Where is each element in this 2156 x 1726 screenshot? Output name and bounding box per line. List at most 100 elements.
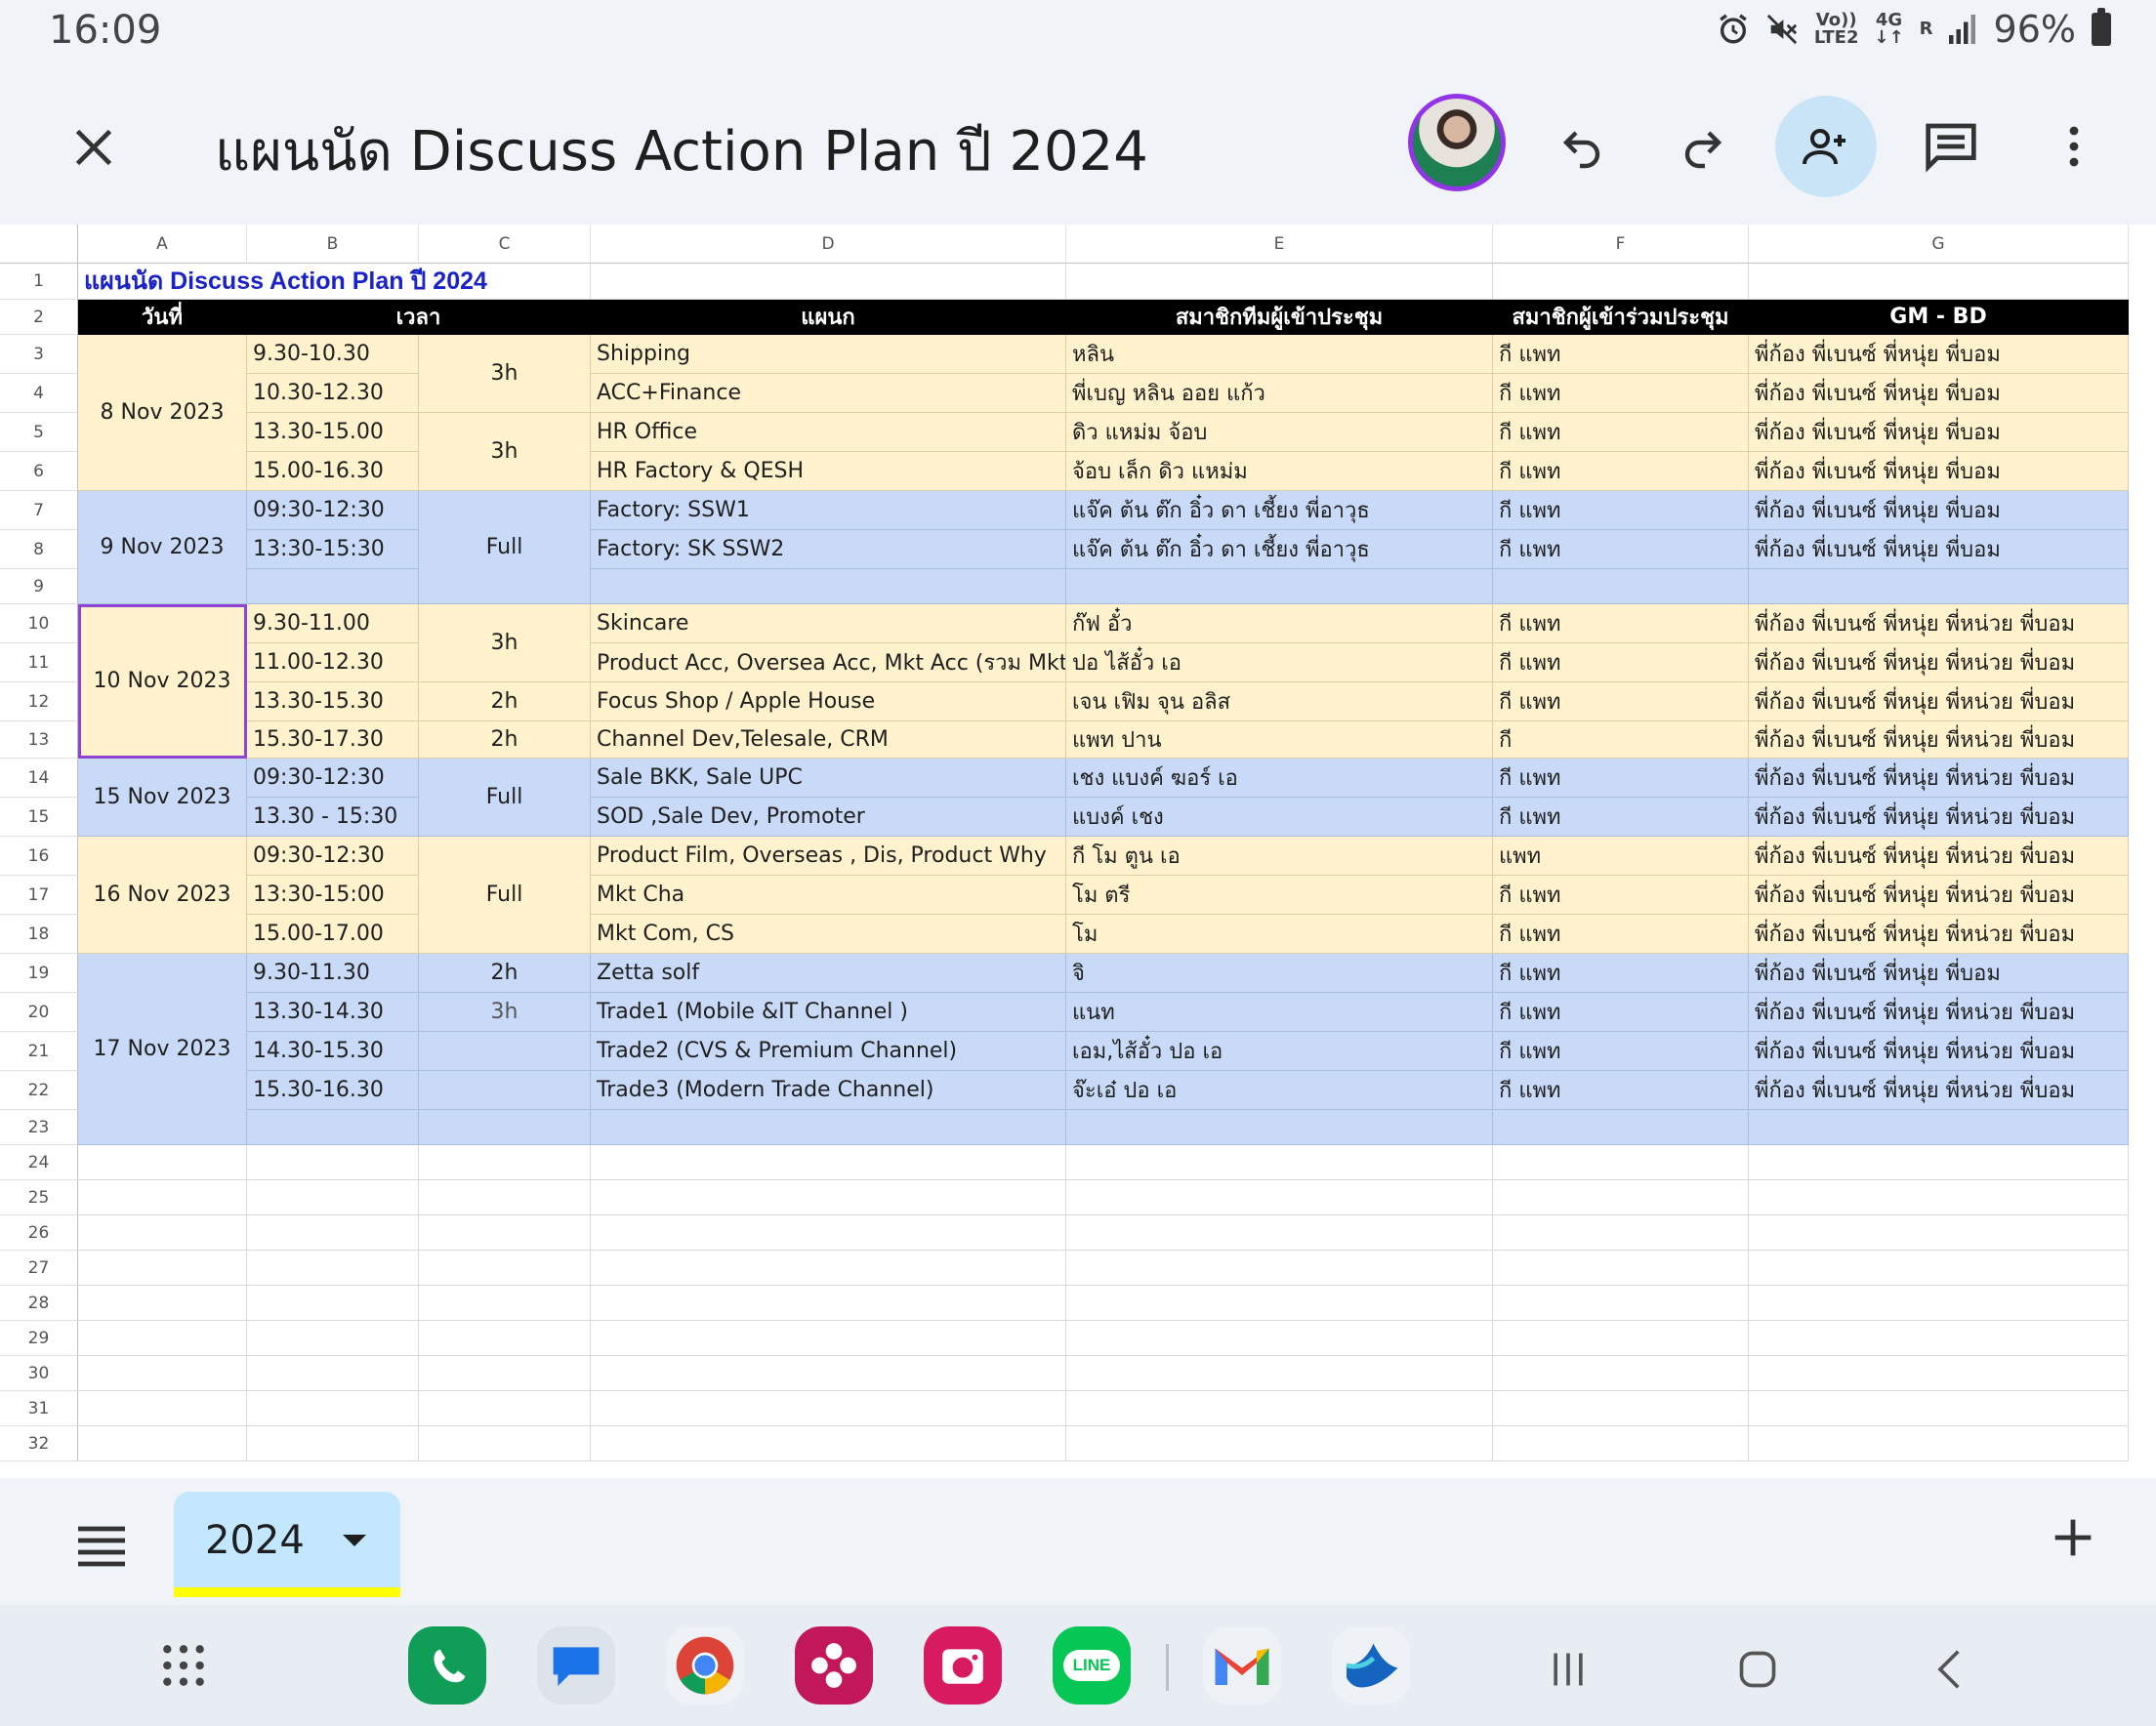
- department-cell[interactable]: Product Acc, Oversea Acc, Mkt Acc (รวม M…: [591, 643, 1066, 682]
- cell[interactable]: [1749, 1286, 2129, 1321]
- duration-cell[interactable]: Full: [419, 837, 591, 954]
- time-cell[interactable]: 15.00-16.30: [247, 452, 419, 491]
- duration-cell[interactable]: Full: [419, 759, 591, 837]
- cell[interactable]: [247, 1426, 419, 1461]
- joining-cell[interactable]: กี แพท: [1493, 604, 1749, 643]
- cell[interactable]: [1749, 264, 2129, 300]
- cell[interactable]: [78, 1251, 247, 1286]
- cell[interactable]: [591, 1180, 1066, 1215]
- document-title[interactable]: แผนนัด Discuss Action Plan ปี 2024: [215, 107, 1148, 194]
- cell[interactable]: [78, 1215, 247, 1251]
- joining-cell[interactable]: กี แพท: [1493, 374, 1749, 413]
- joining-cell[interactable]: กี แพท: [1493, 954, 1749, 993]
- department-cell[interactable]: Trade3 (Modern Trade Channel): [591, 1071, 1066, 1110]
- gm-cell[interactable]: พี่ก้อง พี่เบนซ์ พี่หนุ่ย พี่บอม: [1749, 491, 2129, 530]
- recent-apps-button[interactable]: [1539, 1640, 1597, 1699]
- department-cell[interactable]: [591, 569, 1066, 604]
- telegram-like-app-icon[interactable]: [1332, 1626, 1410, 1705]
- cell[interactable]: [78, 1321, 247, 1356]
- joining-cell[interactable]: กี แพท: [1493, 1071, 1749, 1110]
- row-header[interactable]: 3: [0, 335, 78, 374]
- gm-cell[interactable]: พี่ก้อง พี่เบนซ์ พี่หนุ่ย พี่หน่วย พี่บอ…: [1749, 1032, 2129, 1071]
- cell[interactable]: [1493, 1286, 1749, 1321]
- cell[interactable]: [1066, 1321, 1493, 1356]
- cell[interactable]: [247, 1180, 419, 1215]
- cell[interactable]: [1066, 1251, 1493, 1286]
- duration-cell[interactable]: [419, 1110, 591, 1145]
- duration-cell[interactable]: 3h: [419, 993, 591, 1032]
- comments-button[interactable]: [1900, 96, 2002, 197]
- team-cell[interactable]: กี โม ตูน เอ: [1066, 837, 1493, 876]
- cell[interactable]: [247, 1286, 419, 1321]
- cell[interactable]: [1066, 1426, 1493, 1461]
- department-cell[interactable]: Channel Dev,Telesale, CRM: [591, 721, 1066, 759]
- row-header[interactable]: 12: [0, 682, 78, 721]
- cell[interactable]: [419, 1321, 591, 1356]
- time-cell[interactable]: 9.30-10.30: [247, 335, 419, 374]
- apps-grid-button[interactable]: [145, 1626, 223, 1705]
- department-cell[interactable]: Mkt Com, CS: [591, 915, 1066, 954]
- more-options-button[interactable]: [2023, 96, 2125, 197]
- cell[interactable]: [247, 1145, 419, 1180]
- cell[interactable]: [419, 1180, 591, 1215]
- column-header-c[interactable]: C: [419, 225, 591, 264]
- time-cell[interactable]: [247, 1110, 419, 1145]
- cell[interactable]: [419, 1215, 591, 1251]
- cell[interactable]: [1066, 1391, 1493, 1426]
- cell[interactable]: [591, 1251, 1066, 1286]
- time-cell[interactable]: 15.30-17.30: [247, 721, 419, 759]
- cell[interactable]: [1066, 1215, 1493, 1251]
- cell[interactable]: [419, 1145, 591, 1180]
- cell[interactable]: [1066, 1145, 1493, 1180]
- time-cell[interactable]: 9.30-11.30: [247, 954, 419, 993]
- gm-cell[interactable]: พี่ก้อง พี่เบนซ์ พี่หนุ่ย พี่หน่วย พี่บอ…: [1749, 798, 2129, 837]
- column-header-a[interactable]: A: [78, 225, 247, 264]
- team-cell[interactable]: จ้อบ เล็ก ดิว แหม่ม: [1066, 452, 1493, 491]
- team-cell[interactable]: เชง แบงค์ ฆอร์ เอ: [1066, 759, 1493, 798]
- team-cell[interactable]: โม ตรี: [1066, 876, 1493, 915]
- gm-cell[interactable]: พี่ก้อง พี่เบนซ์ พี่หนุ่ย พี่หน่วย พี่บอ…: [1749, 721, 2129, 759]
- time-cell[interactable]: 9.30-11.00: [247, 604, 419, 643]
- team-cell[interactable]: แบงค์ เชง: [1066, 798, 1493, 837]
- row-header[interactable]: 4: [0, 374, 78, 413]
- column-header-d[interactable]: D: [591, 225, 1066, 264]
- joining-cell[interactable]: กี: [1493, 721, 1749, 759]
- department-cell[interactable]: Sale BKK, Sale UPC: [591, 759, 1066, 798]
- cell[interactable]: [419, 1251, 591, 1286]
- cell[interactable]: [591, 1321, 1066, 1356]
- chrome-app-icon[interactable]: [666, 1626, 744, 1705]
- cell[interactable]: [591, 264, 1066, 300]
- redo-button[interactable]: [1652, 96, 1754, 197]
- time-cell[interactable]: 14.30-15.30: [247, 1032, 419, 1071]
- cell[interactable]: [78, 1180, 247, 1215]
- cell[interactable]: [419, 1426, 591, 1461]
- team-cell[interactable]: แพท ปาน: [1066, 721, 1493, 759]
- time-cell[interactable]: [247, 569, 419, 604]
- share-button[interactable]: [1775, 96, 1877, 197]
- cell[interactable]: [1066, 1180, 1493, 1215]
- team-cell[interactable]: หลิน: [1066, 335, 1493, 374]
- time-cell[interactable]: 13.30-15.30: [247, 682, 419, 721]
- row-header[interactable]: 7: [0, 491, 78, 530]
- joining-cell[interactable]: กี แพท: [1493, 491, 1749, 530]
- department-cell[interactable]: Shipping: [591, 335, 1066, 374]
- row-header[interactable]: 22: [0, 1071, 78, 1110]
- cell[interactable]: [1749, 1145, 2129, 1180]
- messages-app-icon[interactable]: [537, 1626, 615, 1705]
- column-header-f[interactable]: F: [1493, 225, 1749, 264]
- select-all-corner[interactable]: [0, 225, 78, 264]
- time-cell[interactable]: 13.30-15.00: [247, 413, 419, 452]
- team-cell[interactable]: จิ: [1066, 954, 1493, 993]
- back-button[interactable]: [1922, 1640, 1980, 1699]
- cell[interactable]: [1493, 1215, 1749, 1251]
- team-cell[interactable]: แนท: [1066, 993, 1493, 1032]
- joining-cell[interactable]: กี แพท: [1493, 335, 1749, 374]
- team-cell[interactable]: แจ๊ค ต้น ต๊ก อิ๋ว ดา เชี้ยง พี่อาวุธ: [1066, 530, 1493, 569]
- gm-cell[interactable]: พี่ก้อง พี่เบนซ์ พี่หนุ่ย พี่บอม: [1749, 452, 2129, 491]
- cell[interactable]: [1749, 1251, 2129, 1286]
- phone-app-icon[interactable]: [408, 1626, 486, 1705]
- duration-cell[interactable]: Full: [419, 491, 591, 604]
- cell[interactable]: [247, 1391, 419, 1426]
- cell[interactable]: [1749, 1180, 2129, 1215]
- gmail-app-icon[interactable]: [1203, 1626, 1281, 1705]
